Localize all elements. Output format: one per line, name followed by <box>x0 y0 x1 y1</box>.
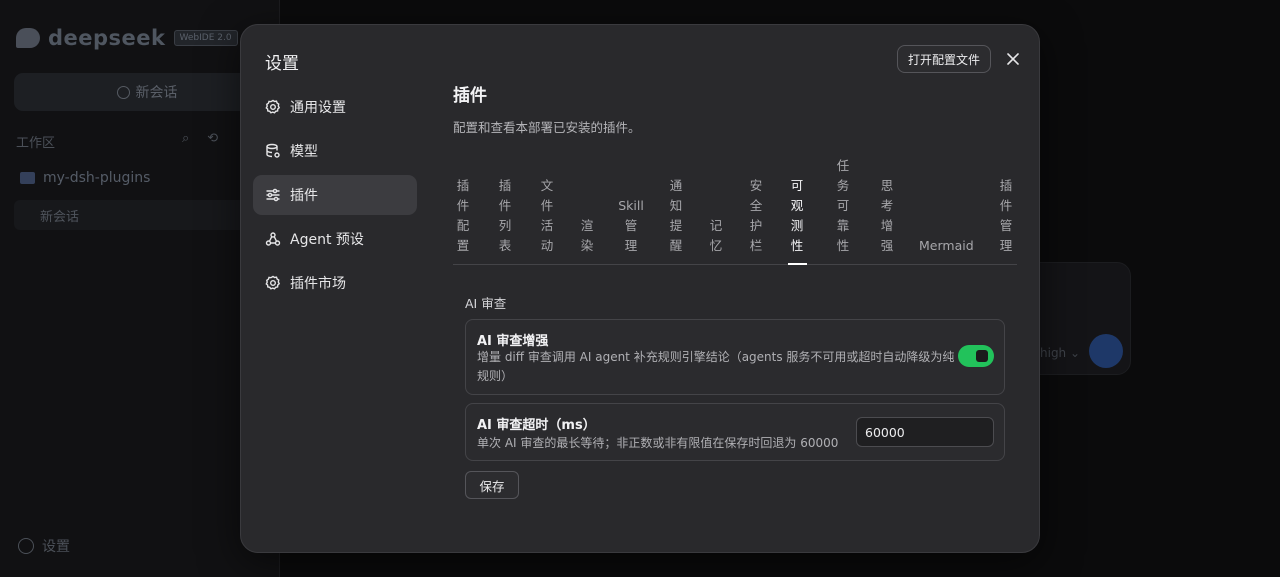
tab-plugin-config[interactable]: 插件配置 <box>456 176 470 256</box>
database-icon <box>265 143 281 159</box>
gear-icon <box>265 275 281 291</box>
active-tab-indicator <box>788 263 807 265</box>
brand-text: deepseek <box>48 26 166 50</box>
sidebar-settings-label: 设置 <box>42 539 70 555</box>
setting-description: 增量 diff 审查调用 AI agent 补充规则引擎结论（agents 服务… <box>477 348 954 386</box>
nav-item-agent-presets[interactable]: Agent 预设 <box>253 219 417 259</box>
folder-icon <box>20 172 35 184</box>
tab-notifications[interactable]: 通知提醒 <box>669 176 683 256</box>
new-chat-label: 新会话 <box>135 85 178 101</box>
nav-label: 模型 <box>290 144 318 160</box>
timeout-input[interactable] <box>856 417 994 447</box>
workspace-actions: ⌕ ⟲ <box>182 131 218 146</box>
tab-label-skill: Skill <box>618 198 644 213</box>
tab-label: 思考增强 <box>880 178 894 253</box>
tab-plugin-manage[interactable]: 插件管理 <box>999 176 1013 256</box>
brand-badge: WebIDE 2.0 <box>173 30 238 46</box>
tab-memory[interactable]: 记忆 <box>709 216 723 256</box>
gear-icon <box>18 538 34 554</box>
nav-label: 插件市场 <box>290 276 346 292</box>
tab-label: 渲染 <box>580 218 594 253</box>
ai-review-enhance-toggle[interactable] <box>958 345 994 367</box>
tab-label: 安全护栏 <box>749 178 763 253</box>
tab-skill-manage[interactable]: Skill 管理 <box>617 196 645 256</box>
tab-plugin-list[interactable]: 插件列表 <box>498 176 512 256</box>
model-selector[interactable]: high ⌄ <box>1040 346 1080 360</box>
tab-label: 可观测性 <box>790 178 804 253</box>
sliders-icon <box>265 187 281 203</box>
refresh-icon[interactable]: ⟲ <box>207 131 218 146</box>
tab-label: 任务可靠性 <box>836 158 850 253</box>
plugin-tabs: 插件配置 插件列表 文件活动 渲染 Skill 管理 通知提醒 记忆 安全护栏 可… <box>453 151 1017 265</box>
nav-item-general[interactable]: 通用设置 <box>253 87 417 127</box>
folder-name: my-dsh-plugins <box>43 170 151 186</box>
tab-observability[interactable]: 可观测性 <box>790 176 804 256</box>
app-sidebar: deepseek WebIDE 2.0 新会话 工作区 ⌕ ⟲ my-dsh-p… <box>0 0 280 577</box>
tab-thinking[interactable]: 思考增强 <box>880 176 894 256</box>
setting-description-line1: 增量 diff 审查调用 AI agent 补充规则引擎结论（agents 服务… <box>477 350 955 364</box>
gear-icon <box>265 99 281 115</box>
nav-item-plugins[interactable]: 插件 <box>253 175 417 215</box>
content-subtitle: 配置和查看本部署已安装的插件。 <box>453 120 641 135</box>
section-label: AI 审查 <box>465 296 507 311</box>
search-icon[interactable]: ⌕ <box>182 131 189 146</box>
tab-label: 通知提醒 <box>669 178 683 253</box>
tab-label: 文件活动 <box>540 178 554 253</box>
open-config-button[interactable]: 打开配置文件 <box>897 45 991 73</box>
tab-file-activity[interactable]: 文件活动 <box>540 176 554 256</box>
setting-ai-review-timeout: AI 审查超时（ms） 单次 AI 审查的最长等待；非正数或非有限值在保存时回退… <box>465 403 1005 461</box>
toggle-knob <box>976 350 988 362</box>
setting-title: AI 审查增强 <box>477 334 549 349</box>
nav-label: 通用设置 <box>290 100 346 116</box>
close-button[interactable] <box>1003 49 1023 69</box>
setting-description-line2: 规则） <box>477 369 514 383</box>
nav-item-plugin-market[interactable]: 插件市场 <box>253 263 417 303</box>
settings-modal: 设置 通用设置 模型 插件 Agent 预设 插件市场 打开配置文件 插件 配置… <box>240 24 1040 553</box>
close-icon <box>1007 53 1019 65</box>
settings-nav: 通用设置 模型 插件 Agent 预设 插件市场 <box>253 87 417 307</box>
workspace-label: 工作区 <box>16 136 56 151</box>
tab-label: 插件列表 <box>498 178 512 253</box>
modal-title: 设置 <box>265 54 299 74</box>
nav-label: 插件 <box>290 188 318 204</box>
tab-label: 记忆 <box>709 218 723 253</box>
send-button[interactable] <box>1089 334 1123 368</box>
nav-item-models[interactable]: 模型 <box>253 131 417 171</box>
nav-label: Agent 预设 <box>290 232 364 248</box>
brand: deepseek WebIDE 2.0 <box>16 26 238 50</box>
sidebar-settings-button[interactable]: 设置 <box>18 536 70 556</box>
tab-label: 插件管理 <box>999 178 1013 253</box>
setting-title: AI 审查超时（ms） <box>477 418 596 433</box>
tab-mermaid[interactable]: Mermaid <box>919 236 974 256</box>
save-button[interactable]: 保存 <box>465 471 519 499</box>
tab-label: 插件配置 <box>456 178 470 253</box>
deepseek-logo-icon <box>16 28 40 48</box>
setting-description: 单次 AI 审查的最长等待；非正数或非有限值在保存时回退为 60000 <box>477 436 839 450</box>
agent-icon <box>265 231 281 247</box>
setting-ai-review-enhance: AI 审查增强 增量 diff 审查调用 AI agent 补充规则引擎结论（a… <box>465 319 1005 395</box>
tab-guardrails[interactable]: 安全护栏 <box>749 176 763 256</box>
content-title: 插件 <box>453 86 487 106</box>
tab-task-reliability[interactable]: 任务可靠性 <box>836 156 850 256</box>
workspace-folder[interactable]: my-dsh-plugins <box>20 170 150 186</box>
tab-label-manage: 管理 <box>624 218 638 253</box>
plus-circle-icon <box>116 85 130 99</box>
tab-render[interactable]: 渲染 <box>580 216 594 256</box>
